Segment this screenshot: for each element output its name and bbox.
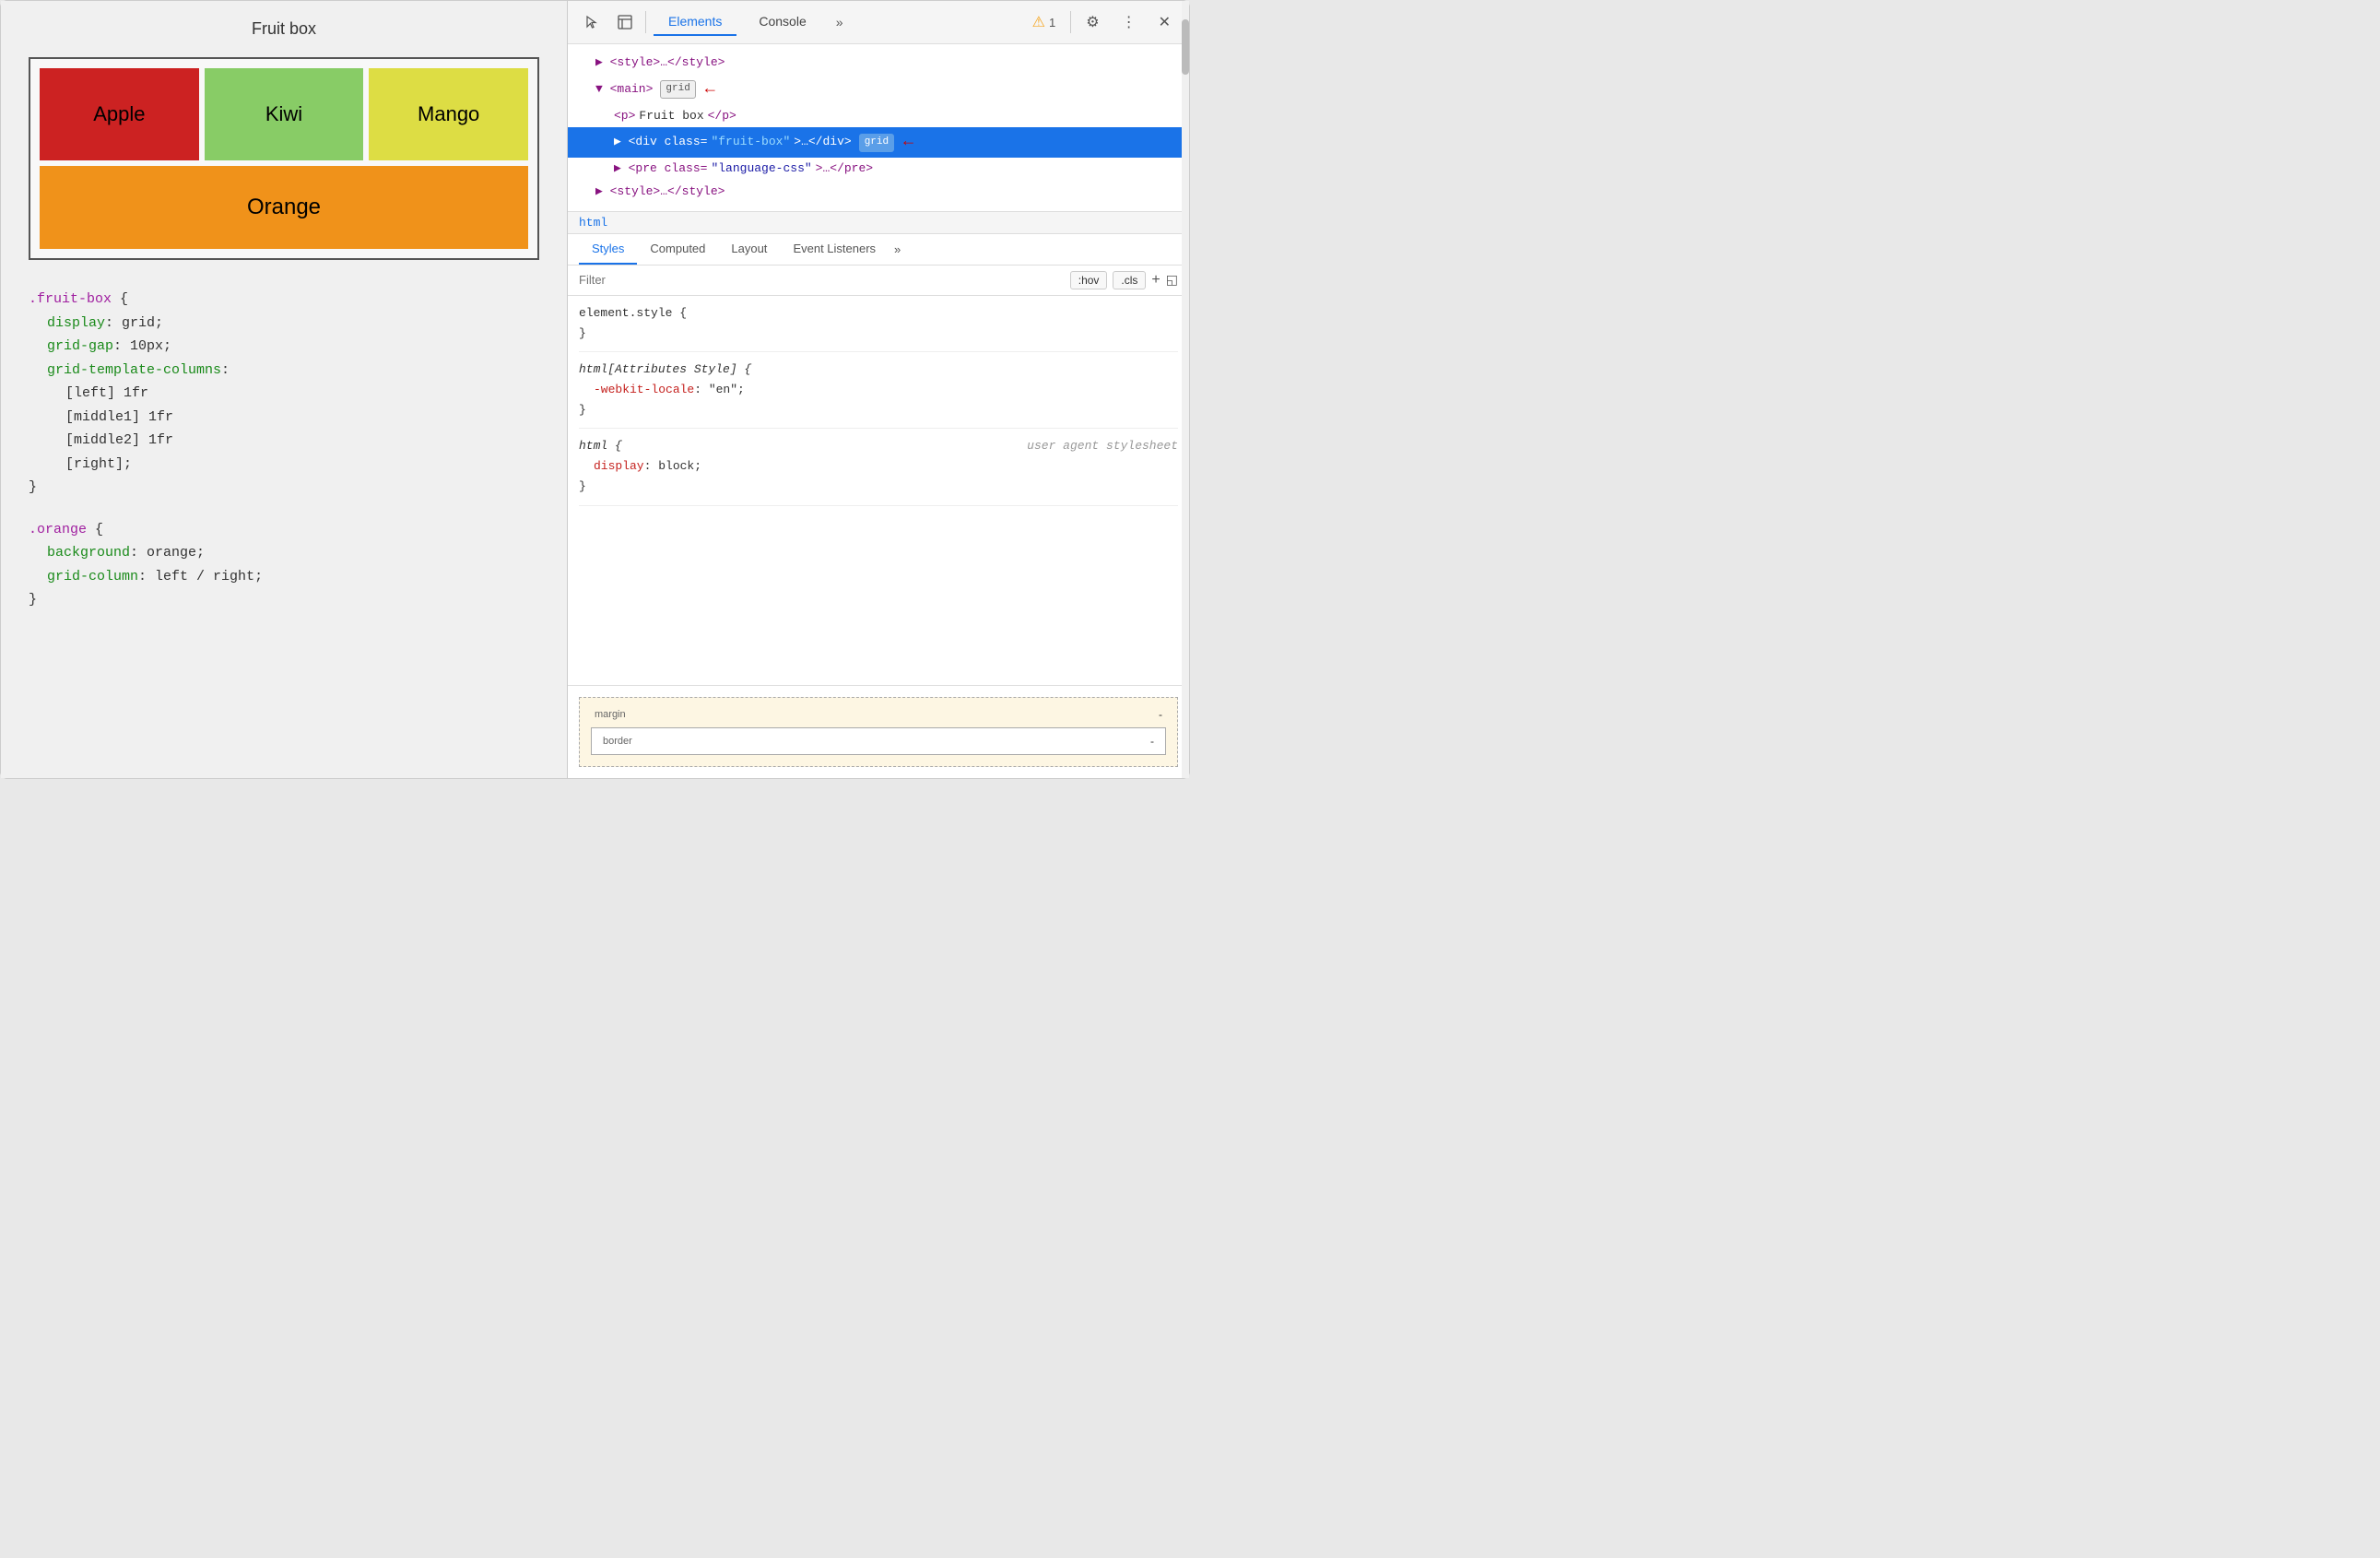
hov-button[interactable]: :hov: [1070, 271, 1108, 289]
more-tabs-icon[interactable]: »: [829, 9, 851, 35]
tree-row-pre[interactable]: ▶ <pre class="language-css">…</pre>: [568, 158, 1189, 181]
filter-buttons: :hov .cls + ◱: [1070, 271, 1178, 289]
filter-input[interactable]: [579, 273, 1063, 287]
tab-layout[interactable]: Layout: [718, 234, 780, 265]
elements-tree: ▶ <style>…</style> ▼ <main> grid ← <p>Fr…: [568, 44, 1189, 212]
scrollbar-thumb[interactable]: [1182, 19, 1189, 75]
add-rule-icon[interactable]: +: [1151, 272, 1160, 289]
border-row: border -: [595, 732, 1161, 750]
tree-row-style-2[interactable]: ▶ <style>…</style>: [568, 181, 1189, 204]
fruit-box-demo: Apple Kiwi Mango Orange: [29, 57, 539, 260]
code-block: .fruit-box { display: grid; grid-gap: 10…: [29, 288, 539, 612]
more-options-icon[interactable]: ⋮: [1114, 9, 1144, 35]
element-style-rule: element.style { }: [579, 303, 1178, 352]
arrow-div: ←: [903, 129, 913, 156]
cursor-icon[interactable]: [579, 9, 605, 35]
code-section-fruit-box: .fruit-box { display: grid; grid-gap: 10…: [29, 288, 539, 500]
grid-badge-div: grid: [859, 134, 894, 152]
box-model: margin - border -: [579, 697, 1178, 767]
box-inner: border -: [591, 727, 1166, 755]
filter-bar: :hov .cls + ◱: [568, 266, 1189, 296]
html-rule: html { user agent stylesheet display: bl…: [579, 436, 1178, 505]
fruit-orange: Orange: [40, 166, 528, 249]
tree-row-p[interactable]: <p>Fruit box</p>: [568, 105, 1189, 128]
close-icon[interactable]: ✕: [1151, 9, 1178, 35]
fruit-apple: Apple: [40, 68, 199, 160]
cls-button[interactable]: .cls: [1113, 271, 1146, 289]
devtools-panel: Elements Console » ⚠ 1 ⚙ ⋮ ✕ ▶ <style>…<…: [568, 1, 1189, 778]
warning-icon: ⚠: [1032, 13, 1045, 31]
styles-tabbar: Styles Computed Layout Event Listeners »: [568, 234, 1189, 266]
tab-styles[interactable]: Styles: [579, 234, 637, 265]
breadcrumb-html[interactable]: html: [579, 216, 607, 230]
code-section-orange: .orange { background: orange; grid-colum…: [29, 518, 539, 612]
css-rules-panel: element.style { } html[Attributes Style]…: [568, 296, 1189, 685]
left-panel: Fruit box Apple Kiwi Mango Orange .fruit…: [1, 1, 568, 778]
box-model-toggle-icon[interactable]: ◱: [1166, 272, 1178, 288]
tree-row-div-fruit-box[interactable]: ▶ <div class="fruit-box">…</div> grid ←: [568, 127, 1189, 158]
fruit-kiwi: Kiwi: [205, 68, 364, 160]
tab-computed[interactable]: Computed: [637, 234, 718, 265]
warning-count: 1: [1049, 16, 1055, 30]
separator-2: [1070, 11, 1071, 33]
devtools-topbar: Elements Console » ⚠ 1 ⚙ ⋮ ✕: [568, 1, 1189, 44]
tab-elements[interactable]: Elements: [654, 8, 736, 36]
tab-console[interactable]: Console: [744, 8, 820, 36]
box-model-section: margin - border -: [568, 685, 1189, 778]
html-attributes-rule: html[Attributes Style] { -webkit-locale:…: [579, 360, 1178, 429]
margin-value: -: [1159, 708, 1162, 721]
border-value: -: [1150, 735, 1154, 748]
margin-row: margin -: [587, 705, 1170, 724]
more-styles-tabs[interactable]: »: [889, 235, 906, 264]
border-label: border: [603, 736, 632, 747]
tab-event-listeners[interactable]: Event Listeners: [780, 234, 889, 265]
warning-badge: ⚠ 1: [1025, 9, 1064, 35]
grid-badge-main: grid: [660, 80, 695, 99]
settings-icon[interactable]: ⚙: [1078, 9, 1106, 35]
separator-1: [645, 11, 646, 33]
tree-row-main[interactable]: ▼ <main> grid ←: [568, 75, 1189, 105]
inspect-icon[interactable]: [612, 9, 638, 35]
breadcrumb-bar: html: [568, 212, 1189, 234]
tree-row-style-1[interactable]: ▶ <style>…</style>: [568, 52, 1189, 75]
arrow-main: ←: [705, 77, 715, 103]
margin-label: margin: [595, 709, 626, 720]
scrollbar[interactable]: [1182, 1, 1189, 778]
fruit-mango: Mango: [369, 68, 528, 160]
panel-title: Fruit box: [29, 19, 539, 39]
